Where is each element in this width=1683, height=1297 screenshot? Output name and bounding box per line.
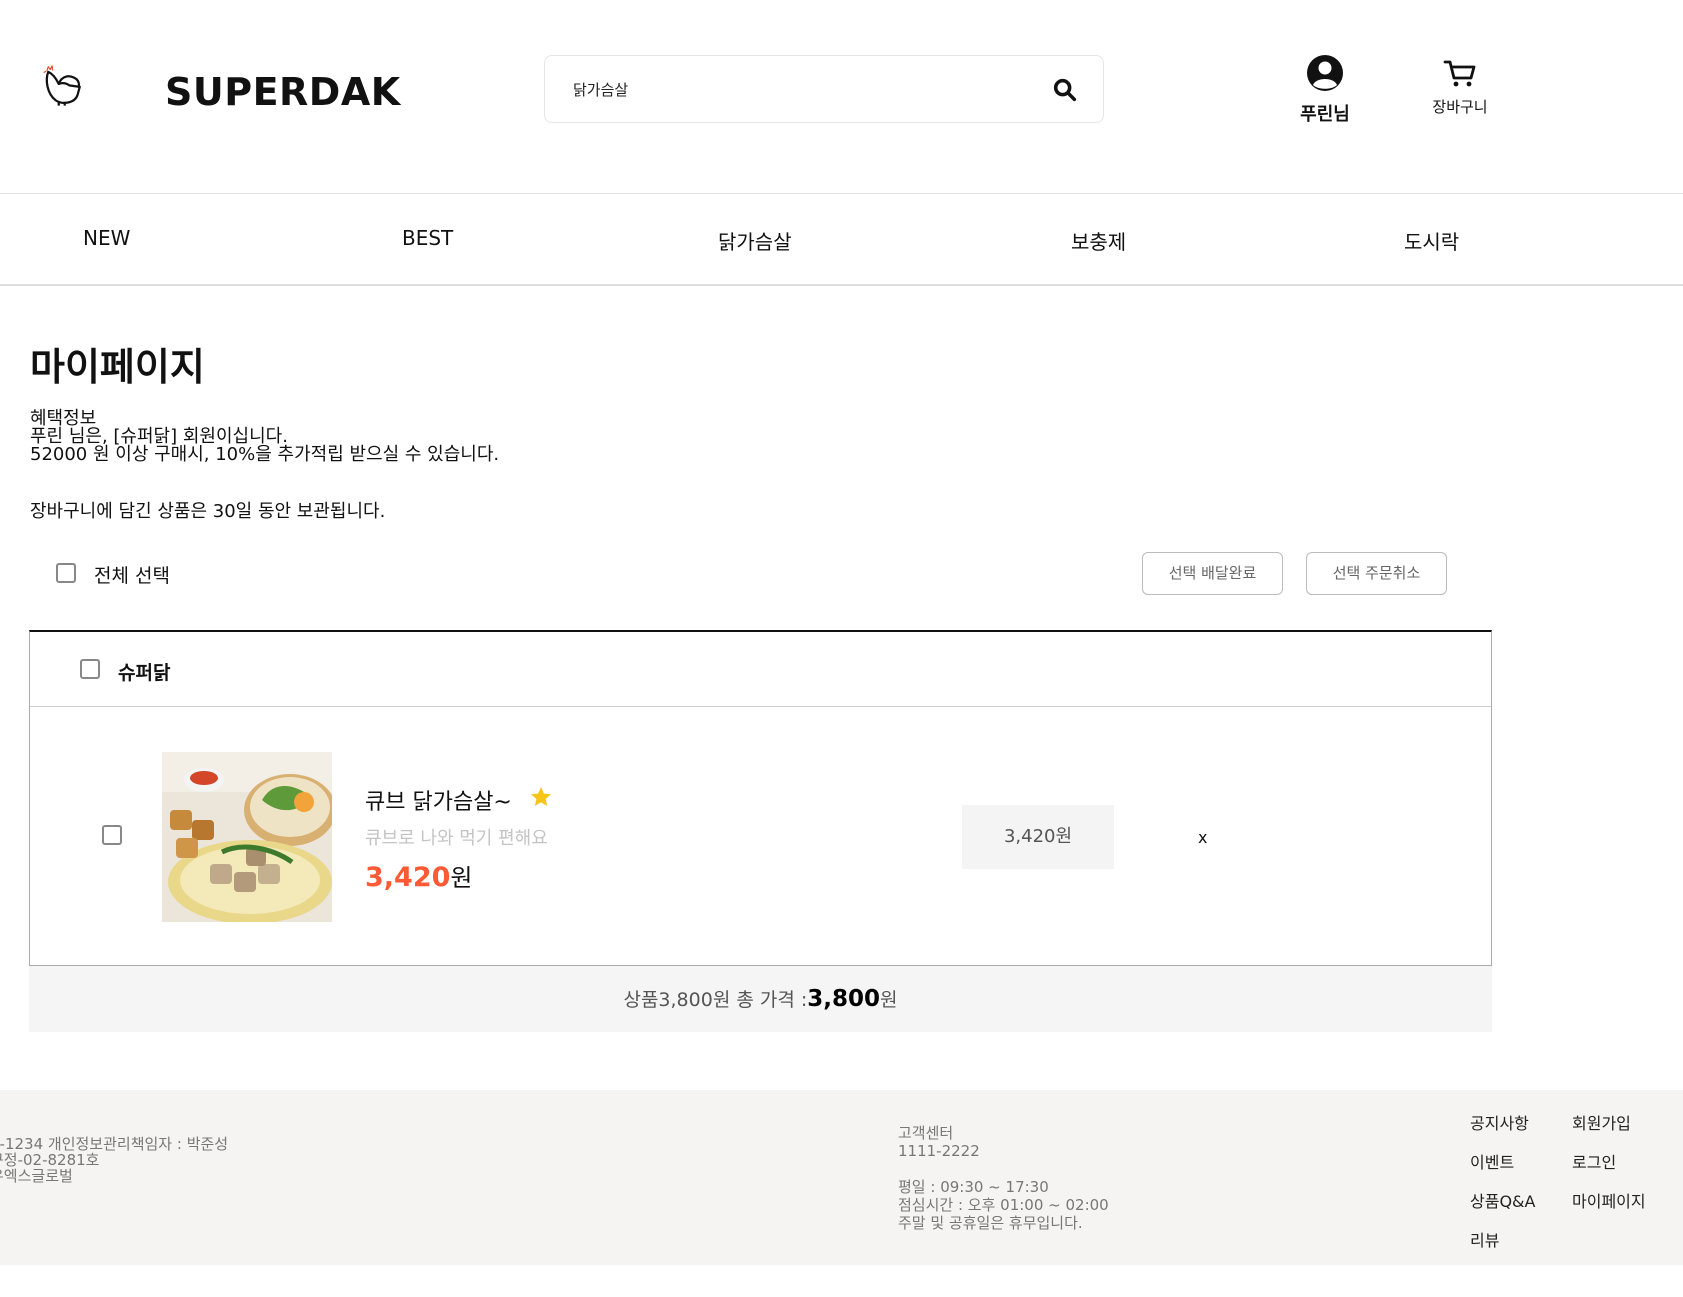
- footer: 4-1234 개인정보관리책임자 : 박준성 구정-02-8281호 유엑스글로…: [0, 1090, 1683, 1265]
- item-name[interactable]: 큐브 닭가슴살~: [365, 784, 512, 816]
- select-all-checkbox[interactable]: [56, 563, 76, 583]
- cart-list: 슈퍼닭 큐브 닭가슴살~ 큐브로 나와 먹기 편해요 3,420원 3,420원…: [29, 630, 1492, 966]
- footer-link-notice[interactable]: 공지사항: [1470, 1110, 1529, 1134]
- company-info-line1: 4-1234 개인정보관리책임자 : 박준성: [0, 1135, 229, 1153]
- search-input[interactable]: [573, 76, 1023, 102]
- benefit-info: 혜택정보 푸린 님은, [슈퍼닭] 회원이십니다. 52000 원 이상 구매시…: [30, 410, 499, 464]
- footer-link-login[interactable]: 로그인: [1572, 1149, 1616, 1173]
- footer-link-product-qa[interactable]: 상품Q&A: [1470, 1188, 1535, 1212]
- search-box: [544, 55, 1104, 123]
- footer-link-event[interactable]: 이벤트: [1470, 1149, 1514, 1173]
- cart-retention-notice: 장바구니에 담긴 상품은 30일 동안 보관됩니다.: [30, 501, 386, 522]
- nav-chicken-breast[interactable]: 닭가슴살: [718, 226, 792, 255]
- item-price: 3,420원: [365, 858, 473, 893]
- item-price-value: 3,420: [365, 862, 451, 893]
- nav-lunchbox[interactable]: 도시락: [1404, 226, 1459, 255]
- total-value: 3,800: [807, 986, 881, 1012]
- hours-holiday: 주말 및 공휴일은 휴무입니다.: [898, 1214, 1083, 1232]
- cart-menu[interactable]: 장바구니: [1410, 58, 1510, 117]
- cs-phone: 1111-2222: [898, 1142, 980, 1160]
- select-delivered-button[interactable]: 선택 배달완료: [1142, 552, 1283, 595]
- customer-center: 고객센터 1111-2222 평일 : 09:30 ~ 17:30 점심시간 :…: [898, 1124, 1109, 1232]
- product-image[interactable]: [162, 752, 332, 922]
- nav-bottom-divider: [0, 284, 1683, 286]
- footer-link-review[interactable]: 리뷰: [1470, 1227, 1499, 1251]
- search-icon[interactable]: [1051, 76, 1079, 104]
- item-subtotal: 3,420원: [962, 805, 1114, 869]
- logo-text[interactable]: SUPERDAK: [165, 70, 401, 114]
- select-cancel-order-button[interactable]: 선택 주문취소: [1306, 552, 1447, 595]
- cart-label: 장바구니: [1432, 98, 1488, 116]
- nav-best[interactable]: BEST: [402, 226, 453, 250]
- nav-top-divider: [0, 193, 1683, 194]
- user-menu[interactable]: 푸린님: [1280, 54, 1370, 126]
- footer-link-mypage[interactable]: 마이페이지: [1572, 1188, 1646, 1212]
- nav-supplements[interactable]: 보충제: [1071, 226, 1126, 255]
- footer-link-signup[interactable]: 회원가입: [1572, 1110, 1631, 1134]
- group-label: 슈퍼닭: [118, 662, 171, 684]
- star-icon[interactable]: [529, 785, 553, 809]
- item-description: 큐브로 나와 먹기 편해요: [365, 828, 548, 849]
- company-info-line2: 구정-02-8281호: [0, 1151, 100, 1169]
- cs-title: 고객센터: [898, 1124, 954, 1142]
- user-label: 푸린님: [1300, 104, 1350, 125]
- cart-group-header: 슈퍼닭: [30, 632, 1491, 707]
- page-title: 마이페이지: [30, 345, 205, 389]
- cart-icon: [1443, 60, 1476, 87]
- total-price-bar: 상품3,800원 총 가격 :3,800원: [29, 966, 1492, 1032]
- company-info: 4-1234 개인정보관리책임자 : 박준성 구정-02-8281호 유엑스글로…: [0, 1136, 228, 1184]
- benefit-line2: 52000 원 이상 구매시, 10%을 추가적립 받으실 수 있습니다.: [30, 444, 500, 465]
- hours-lunch: 점심시간 : 오후 01:00 ~ 02:00: [898, 1196, 1109, 1214]
- hours-weekday: 평일 : 09:30 ~ 17:30: [898, 1178, 1049, 1196]
- item-price-unit: 원: [450, 864, 473, 892]
- superdak-logo[interactable]: [40, 30, 160, 140]
- company-info-line3: 유엑스글로벌: [0, 1167, 73, 1185]
- total-prefix: 상품3,800원 총 가격 :: [623, 989, 808, 1011]
- user-icon: [1307, 55, 1343, 91]
- item-checkbox[interactable]: [102, 825, 122, 845]
- total-unit: 원: [880, 989, 898, 1011]
- group-checkbox[interactable]: [80, 659, 100, 679]
- select-all-label[interactable]: 전체 선택: [94, 561, 170, 588]
- nav-new[interactable]: NEW: [83, 226, 130, 250]
- remove-item-button[interactable]: x: [1198, 828, 1207, 847]
